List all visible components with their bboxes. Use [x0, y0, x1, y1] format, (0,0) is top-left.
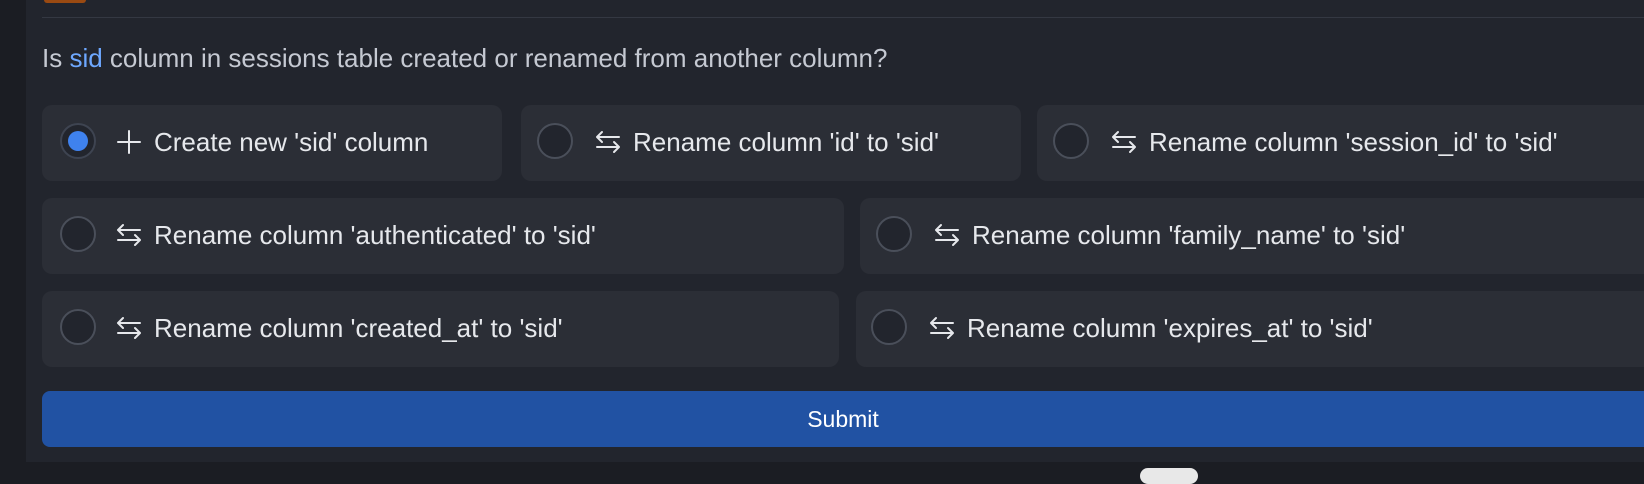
avatar — [44, 0, 86, 3]
option-rename-family-name[interactable]: Rename column 'family_name' to 'sid' — [860, 198, 1644, 274]
swap-arrows-icon — [932, 220, 962, 250]
option-rename-authenticated[interactable]: Rename column 'authenticated' to 'sid' — [42, 198, 844, 274]
option-create-new[interactable]: Create new 'sid' column — [42, 105, 502, 181]
swap-arrows-icon — [927, 313, 957, 343]
option-rename-created-at[interactable]: Rename column 'created_at' to 'sid' — [42, 291, 839, 367]
radio-button[interactable] — [60, 216, 96, 252]
question-column-name: sid — [69, 43, 103, 73]
swap-arrows-icon — [114, 313, 144, 343]
option-label: Rename column 'authenticated' to 'sid' — [154, 220, 596, 250]
option-rename-id[interactable]: Rename column 'id' to 'sid' — [521, 105, 1021, 181]
divider — [42, 17, 1644, 18]
radio-button[interactable] — [871, 309, 907, 345]
scroll-handle[interactable] — [1140, 468, 1198, 484]
option-label: Rename column 'expires_at' to 'sid' — [967, 313, 1373, 343]
left-strip — [0, 0, 26, 474]
plus-icon — [114, 127, 144, 157]
option-label: Rename column 'id' to 'sid' — [633, 127, 939, 157]
radio-button[interactable] — [60, 309, 96, 345]
swap-arrows-icon — [593, 127, 623, 157]
submit-button[interactable]: Submit — [42, 391, 1644, 447]
question-suffix: column in sessions table created or rena… — [102, 43, 888, 73]
swap-arrows-icon — [114, 220, 144, 250]
option-label: Create new 'sid' column — [154, 127, 429, 157]
option-label: Rename column 'created_at' to 'sid' — [154, 313, 563, 343]
option-label: Rename column 'session_id' to 'sid' — [1149, 127, 1558, 157]
radio-button[interactable] — [537, 123, 573, 159]
question-prefix: Is — [42, 43, 70, 73]
radio-button[interactable] — [876, 216, 912, 252]
radio-button-selected[interactable] — [60, 123, 96, 159]
option-label: Rename column 'family_name' to 'sid' — [972, 220, 1406, 250]
question-text: Is sid column in sessions table created … — [42, 40, 887, 76]
option-rename-expires-at[interactable]: Rename column 'expires_at' to 'sid' — [856, 291, 1644, 367]
option-rename-session-id[interactable]: Rename column 'session_id' to 'sid' — [1037, 105, 1644, 181]
swap-arrows-icon — [1109, 127, 1139, 157]
radio-button[interactable] — [1053, 123, 1089, 159]
